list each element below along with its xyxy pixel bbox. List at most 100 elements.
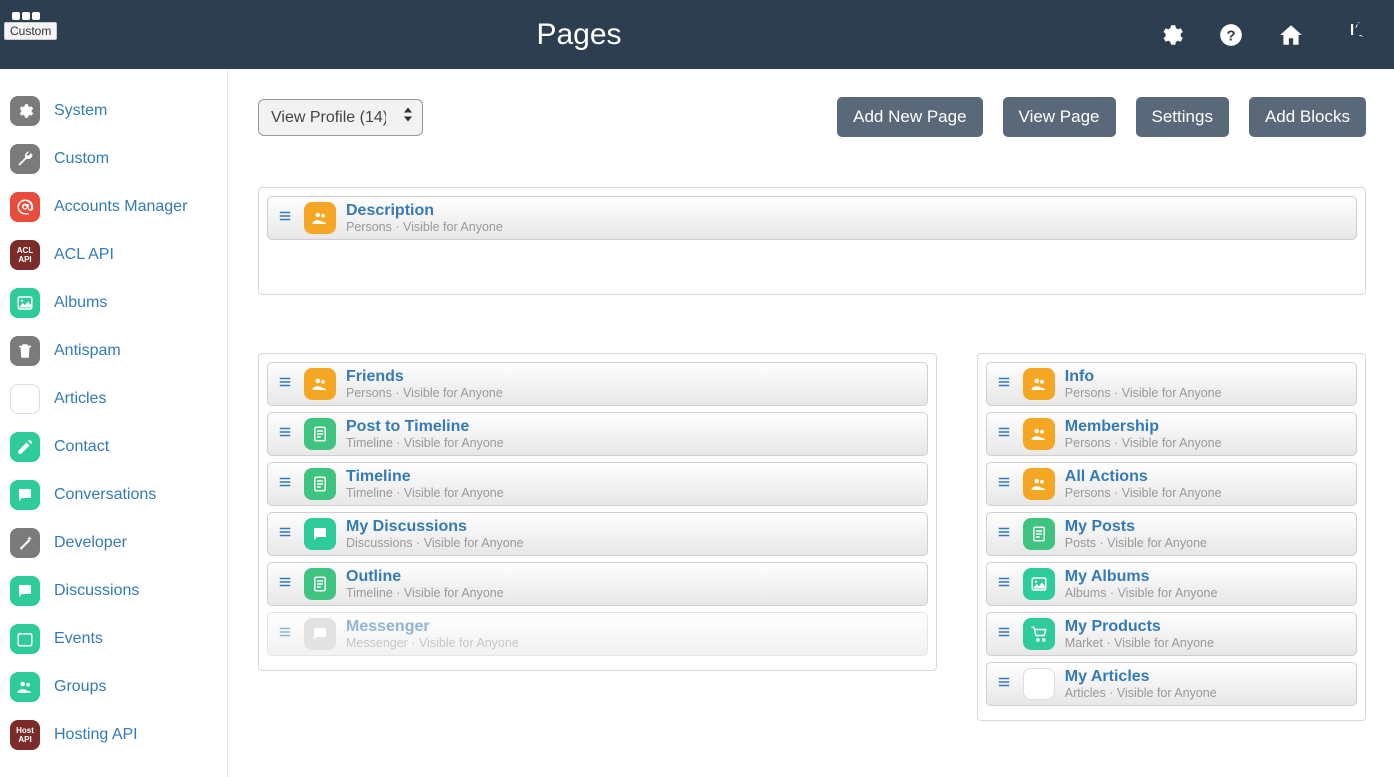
drag-handle-icon[interactable]	[276, 475, 294, 494]
block-my-products[interactable]: My ProductsMarket · Visible for Anyone	[986, 612, 1357, 656]
drag-handle-icon[interactable]	[995, 675, 1013, 694]
block-all-actions[interactable]: All ActionsPersons · Visible for Anyone	[986, 462, 1357, 506]
block-my-discussions[interactable]: My DiscussionsDiscussions · Visible for …	[267, 512, 928, 556]
doc-icon	[304, 468, 336, 500]
drag-handle-icon[interactable]	[995, 425, 1013, 444]
drag-handle-icon[interactable]	[276, 525, 294, 544]
sidebar: System Custom Accounts Manager ACLAPI ACL AP…	[0, 69, 228, 777]
drag-handle-icon[interactable]	[995, 375, 1013, 394]
block-outline[interactable]: OutlineTimeline · Visible for Anyone	[267, 562, 928, 606]
calendar-icon	[10, 624, 40, 654]
sidebar-item-label: ACL API	[54, 246, 114, 264]
doc-icon	[304, 568, 336, 600]
trash-icon	[10, 336, 40, 366]
drag-handle-icon[interactable]	[995, 475, 1013, 494]
drag-handle-icon[interactable]	[276, 575, 294, 594]
gear-icon	[10, 96, 40, 126]
block-info[interactable]: InfoPersons · Visible for Anyone	[986, 362, 1357, 406]
block-meta: Market · Visible for Anyone	[1065, 636, 1214, 650]
block-post-to-timeline[interactable]: Post to TimelineTimeline · Visible for A…	[267, 412, 928, 456]
sidebar-item-label: Articles	[54, 390, 106, 408]
sidebar-item-conversations[interactable]: Conversations	[10, 471, 217, 519]
drag-handle-icon[interactable]	[276, 425, 294, 444]
chat-icon	[10, 480, 40, 510]
sidebar-item-label: Antispam	[54, 342, 121, 360]
block-membership[interactable]: MembershipPersons · Visible for Anyone	[986, 412, 1357, 456]
add-new-page-button[interactable]: Add New Page	[837, 97, 982, 137]
at-icon	[10, 192, 40, 222]
block-friends[interactable]: FriendsPersons · Visible for Anyone	[267, 362, 928, 406]
page-select[interactable]: View Profile (14)	[258, 99, 423, 136]
sidebar-item-developer[interactable]: Developer	[10, 519, 217, 567]
image-icon	[10, 288, 40, 318]
sidebar-item-label: Developer	[54, 534, 127, 552]
sidebar-item-events[interactable]: Events	[10, 615, 217, 663]
blocks-zone-right: InfoPersons · Visible for AnyoneMembersh…	[977, 353, 1366, 721]
block-meta: Albums · Visible for Anyone	[1065, 586, 1218, 600]
chat-icon	[304, 618, 336, 650]
help-icon[interactable]	[1218, 22, 1244, 48]
power-icon[interactable]	[1338, 22, 1364, 48]
block-title: Info	[1065, 368, 1222, 386]
sidebar-item-label: Custom	[54, 150, 109, 168]
image-icon	[1023, 568, 1055, 600]
page-toolbar: View Profile (14) Add New Page View Page…	[258, 97, 1366, 137]
block-my-posts[interactable]: My PostsPosts · Visible for Anyone	[986, 512, 1357, 556]
sidebar-item-antispam[interactable]: Antispam	[10, 327, 217, 375]
block-meta: Persons · Visible for Anyone	[1065, 486, 1222, 500]
wrench-icon	[10, 144, 40, 174]
custom-menu-button[interactable]: Custom	[4, 12, 57, 40]
block-timeline[interactable]: TimelineTimeline · Visible for Anyone	[267, 462, 928, 506]
block-title: My Posts	[1065, 518, 1207, 536]
persons-icon	[1023, 418, 1055, 450]
block-title: My Discussions	[346, 518, 524, 536]
sidebar-item-hosting-api[interactable]: HostAPIHosting API	[10, 711, 217, 759]
block-meta: Articles · Visible for Anyone	[1065, 686, 1217, 700]
home-icon[interactable]	[1278, 22, 1304, 48]
sidebar-item-articles[interactable]: Articles	[10, 375, 217, 423]
block-title: My Articles	[1065, 668, 1217, 686]
sidebar-item-discussions[interactable]: Discussions	[10, 567, 217, 615]
settings-icon[interactable]	[1158, 22, 1184, 48]
drag-handle-icon[interactable]	[995, 625, 1013, 644]
sidebar-item-accounts-manager[interactable]: Accounts Manager	[10, 183, 217, 231]
block-meta: Persons · Visible for Anyone	[1065, 386, 1222, 400]
sidebar-item-groups[interactable]: Groups	[10, 663, 217, 711]
block-description[interactable]: DescriptionPersons · Visible for Anyone	[267, 196, 1357, 240]
chat-icon	[304, 518, 336, 550]
sidebar-item-contact[interactable]: Contact	[10, 423, 217, 471]
pencil-icon	[1023, 668, 1055, 700]
doc-icon	[304, 418, 336, 450]
drag-handle-icon[interactable]	[276, 209, 294, 228]
block-my-articles[interactable]: My ArticlesArticles · Visible for Anyone	[986, 662, 1357, 706]
sidebar-item-label: Discussions	[54, 582, 139, 600]
sidebar-item-albums[interactable]: Albums	[10, 279, 217, 327]
sidebar-item-system[interactable]: System	[10, 87, 217, 135]
sidebar-item-acl-api[interactable]: ACLAPI ACL API	[10, 231, 217, 279]
sidebar-item-label: Groups	[54, 678, 106, 696]
block-title: Friends	[346, 368, 503, 386]
block-title: My Albums	[1065, 568, 1218, 586]
drag-handle-icon[interactable]	[276, 625, 294, 644]
grid-icon	[12, 12, 40, 20]
page-title: Pages	[0, 18, 1158, 52]
block-meta: Persons · Visible for Anyone	[346, 386, 503, 400]
block-messenger[interactable]: MessengerMessenger · Visible for Anyone	[267, 612, 928, 656]
block-meta: Timeline · Visible for Anyone	[346, 486, 504, 500]
drag-handle-icon[interactable]	[995, 575, 1013, 594]
wand-icon	[10, 528, 40, 558]
persons-icon	[1023, 468, 1055, 500]
block-meta: Timeline · Visible for Anyone	[346, 436, 504, 450]
drag-handle-icon[interactable]	[276, 375, 294, 394]
main-content: View Profile (14) Add New Page View Page…	[228, 69, 1394, 777]
sidebar-item-custom[interactable]: Custom	[10, 135, 217, 183]
text-icon: HostAPI	[10, 720, 40, 750]
view-page-button[interactable]: View Page	[1003, 97, 1116, 137]
text-icon: ACLAPI	[10, 240, 40, 270]
add-blocks-button[interactable]: Add Blocks	[1249, 97, 1366, 137]
settings-button[interactable]: Settings	[1136, 97, 1229, 137]
drag-handle-icon[interactable]	[995, 525, 1013, 544]
block-meta: Timeline · Visible for Anyone	[346, 586, 504, 600]
block-my-albums[interactable]: My AlbumsAlbums · Visible for Anyone	[986, 562, 1357, 606]
pencil-icon	[10, 384, 40, 414]
